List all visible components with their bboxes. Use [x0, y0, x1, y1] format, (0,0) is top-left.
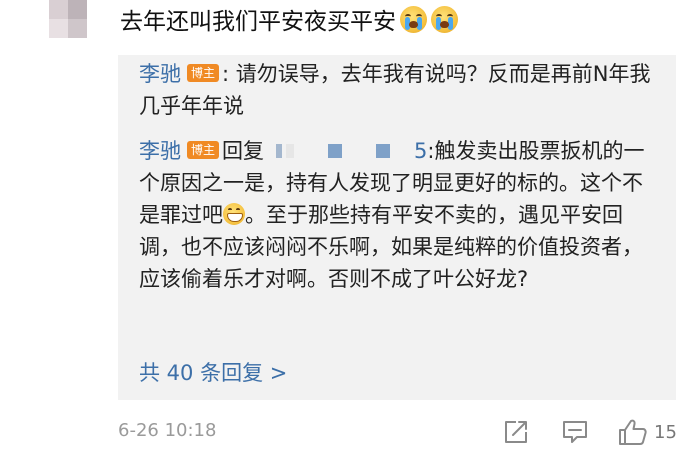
crying-face-icon	[431, 5, 458, 33]
blogger-badge: 博主	[187, 64, 220, 82]
grin-face-icon	[223, 203, 245, 225]
share-icon	[505, 421, 527, 443]
reply-verb: 回复	[222, 139, 265, 163]
reply-username[interactable]: 李驰	[139, 62, 181, 86]
reply-item: 李驰 博主: 请勿误导，去年我有说吗？反而是再前N年我几乎年年说	[139, 58, 659, 122]
comment-body: 去年还叫我们平安夜买平安	[120, 9, 396, 35]
blogger-badge: 博主	[187, 141, 220, 159]
reply-panel: 李驰 博主: 请勿误导，去年我有说吗？反而是再前N年我几乎年年说 李驰 博主 回复 5:…	[118, 55, 676, 400]
weibo-comment: 去年还叫我们平安夜买平安 李驰 博主: 请勿误导，去年我有说吗？反而是再前N年我几…	[0, 0, 700, 466]
like-count: 15	[654, 421, 677, 443]
avatar[interactable]	[30, 0, 106, 38]
comment-icon	[563, 421, 587, 443]
like-button[interactable]: 15	[618, 418, 677, 446]
thumbs-up-icon	[619, 419, 647, 445]
crying-face-icon	[400, 5, 427, 33]
comment-text: 去年还叫我们平安夜买平安	[120, 2, 458, 36]
mention-username-redacted[interactable]	[264, 138, 414, 162]
reply-button[interactable]	[561, 418, 589, 446]
more-replies-link[interactable]: 共 40 条回复 >	[139, 357, 287, 389]
reply-item: 李驰 博主 回复 5:触发卖出股票扳机的一个原因之一是，持有人发现了明显更好的标的。这…	[139, 135, 659, 295]
comment-timestamp: 6-26 10:18	[118, 420, 217, 441]
reply-username[interactable]: 李驰	[139, 139, 181, 163]
share-button[interactable]	[503, 418, 529, 446]
mention-username-tail[interactable]: 5	[414, 139, 427, 163]
